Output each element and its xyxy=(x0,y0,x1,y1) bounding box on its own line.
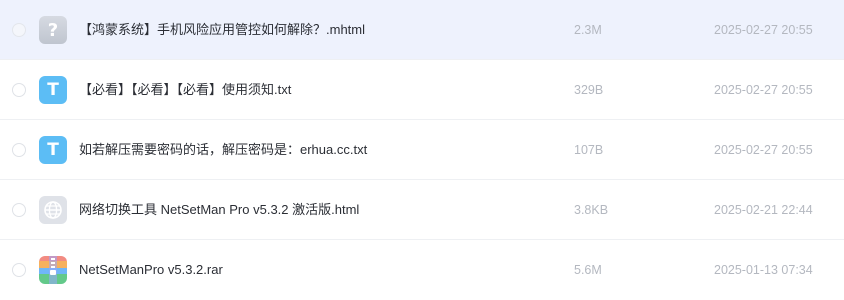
file-size: 329B xyxy=(574,83,604,97)
row-checkbox[interactable] xyxy=(12,263,26,277)
file-name[interactable]: 【必看】【必看】【必看】使用须知.txt xyxy=(79,81,291,99)
file-name[interactable]: 【鸿蒙系统】手机风险应用管控如何解除？.mhtml xyxy=(79,21,365,39)
row-checkbox[interactable] xyxy=(12,203,26,217)
row-checkbox[interactable] xyxy=(12,83,26,97)
row-checkbox[interactable] xyxy=(12,23,26,37)
file-row[interactable]: T 如若解压需要密码的话，解压密码是：erhua.cc.txt 107B 202… xyxy=(0,120,844,180)
archive-file-icon xyxy=(39,256,67,284)
text-file-icon: T xyxy=(39,136,67,164)
file-size: 107B xyxy=(574,143,604,157)
file-list: ? 【鸿蒙系统】手机风险应用管控如何解除？.mhtml 2.3M 2025-02… xyxy=(0,0,844,300)
file-row[interactable]: NetSetManPro v5.3.2.rar 5.6M 2025-01-13 … xyxy=(0,240,844,300)
file-date: 2025-02-27 20:55 xyxy=(714,83,813,97)
text-file-icon: T xyxy=(39,76,67,104)
file-size: 5.6M xyxy=(574,263,602,277)
file-row[interactable]: ? 【鸿蒙系统】手机风险应用管控如何解除？.mhtml 2.3M 2025-02… xyxy=(0,0,844,60)
file-name[interactable]: NetSetManPro v5.3.2.rar xyxy=(79,261,223,279)
file-size: 2.3M xyxy=(574,23,602,37)
rar-archive-icon xyxy=(39,256,67,284)
file-row[interactable]: 网络切换工具 NetSetMan Pro v5.3.2 激活版.html 3.8… xyxy=(0,180,844,240)
file-name[interactable]: 如若解压需要密码的话，解压密码是：erhua.cc.txt xyxy=(79,141,367,159)
row-checkbox[interactable] xyxy=(12,143,26,157)
globe-icon xyxy=(44,201,62,219)
file-date: 2025-02-27 20:55 xyxy=(714,23,813,37)
file-name[interactable]: 网络切换工具 NetSetMan Pro v5.3.2 激活版.html xyxy=(79,201,359,219)
file-date: 2025-02-21 22:44 xyxy=(714,203,813,217)
web-file-icon xyxy=(39,196,67,224)
file-size: 3.8KB xyxy=(574,203,609,217)
file-row[interactable]: T 【必看】【必看】【必看】使用须知.txt 329B 2025-02-27 2… xyxy=(0,60,844,120)
unknown-file-icon: ? xyxy=(39,16,67,44)
file-date: 2025-01-13 07:34 xyxy=(714,263,813,277)
file-date: 2025-02-27 20:55 xyxy=(714,143,813,157)
